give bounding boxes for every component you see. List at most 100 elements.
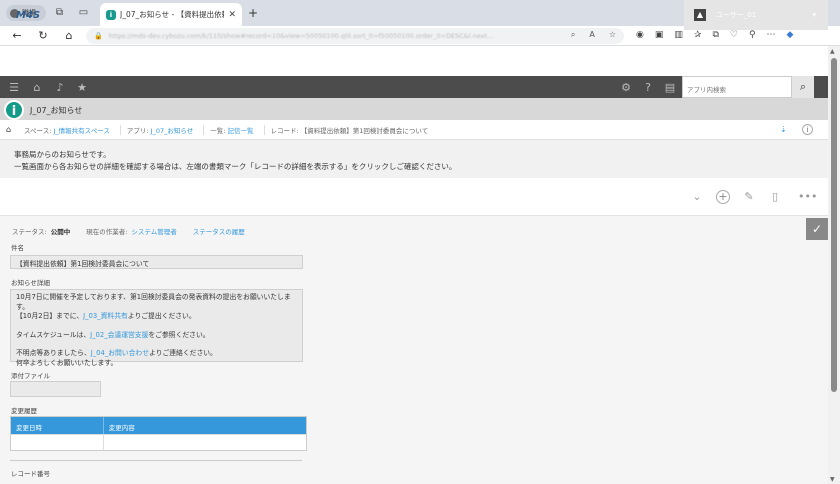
- zoom-icon[interactable]: ⌕: [571, 30, 575, 40]
- breadcrumb-record: レコード: 【資料提出依頼】第1回検討委員会について: [265, 125, 439, 135]
- attachment-value: [10, 381, 101, 397]
- section-divider: [10, 460, 302, 461]
- status-value: 公開中: [50, 228, 71, 236]
- user-name: ユーザー_01: [716, 11, 757, 19]
- code-icon[interactable]: ▤: [664, 81, 676, 94]
- info-icon[interactable]: i: [802, 124, 813, 135]
- new-tab-icon[interactable]: +: [248, 6, 258, 20]
- help-icon[interactable]: ?: [642, 81, 654, 94]
- downloads-icon[interactable]: ♡: [730, 30, 738, 40]
- read-aloud-icon[interactable]: A: [589, 30, 594, 40]
- favorites-star-icon[interactable]: ★: [76, 81, 88, 94]
- chevron-down-icon[interactable]: ⌄: [690, 190, 704, 203]
- tab-actions-icon[interactable]: ▭: [78, 7, 89, 18]
- pin-icon[interactable]: ⇣: [780, 125, 787, 134]
- breadcrumb-list-link[interactable]: 記信一覧: [228, 127, 254, 135]
- app-search-input[interactable]: [682, 76, 792, 98]
- attachment-label: 添付ファイル: [11, 372, 50, 380]
- record-number-label: レコード番号: [11, 470, 50, 478]
- more-menu-icon[interactable]: ⋯: [767, 30, 776, 40]
- link-otoiawase[interactable]: J_04_お問い合わせ: [91, 349, 149, 357]
- notification-bell-icon[interactable]: ♪: [54, 81, 66, 94]
- app-info-icon[interactable]: i: [4, 100, 24, 120]
- add-record-icon[interactable]: +: [716, 190, 730, 204]
- assignee-link[interactable]: システム管理者: [131, 226, 176, 236]
- split-screen-icon[interactable]: ▥: [674, 30, 683, 40]
- favorite-star-icon[interactable]: ☆: [609, 30, 616, 40]
- settings-gear-icon[interactable]: ⚙: [620, 81, 632, 94]
- process-check-icon[interactable]: ✓: [806, 218, 828, 240]
- extensions-icon[interactable]: ⚲: [749, 30, 756, 40]
- collections-icon[interactable]: ⧉: [712, 30, 718, 40]
- detail-line-2-tail: よりご提出ください。: [127, 312, 196, 320]
- reload-icon[interactable]: ↻: [36, 29, 50, 42]
- table-cell: [11, 435, 104, 450]
- breadcrumb-home-icon[interactable]: ⌂: [6, 125, 18, 134]
- detail-line-4: 不明点等ありましたら、J_04_お問い合わせよりご連絡ください。: [16, 349, 297, 359]
- breadcrumb-space-link[interactable]: J_情報共有スペース: [54, 127, 110, 135]
- detail-line-4-text: 不明点等ありましたら、: [16, 349, 91, 357]
- company-logo[interactable]: M4S: [16, 10, 40, 21]
- app-header: [0, 98, 828, 120]
- breadcrumb-app-link[interactable]: J_07_お知らせ: [151, 127, 194, 135]
- breadcrumb-app-label: アプリ:: [126, 126, 149, 135]
- history-table-header: 変更日時 変更内容: [11, 417, 306, 434]
- tab-close-icon[interactable]: ✕: [228, 10, 236, 20]
- extension-icon[interactable]: ▣: [655, 30, 664, 40]
- scroll-up-icon[interactable]: ▲: [830, 48, 835, 55]
- link-shiryo-kyoyu[interactable]: J_03_資料共有: [83, 312, 128, 320]
- portal-home-icon[interactable]: ⌂: [31, 81, 43, 94]
- url-field[interactable]: 🔒 https://mds-dev.cybozu.com/k/110/show#…: [86, 28, 624, 44]
- history-col-content: 変更内容: [108, 424, 135, 432]
- app-notice: 事務局からのお知らせです。 一覧画面から各お知らせの詳細を確認する場合は、左端の…: [0, 140, 828, 178]
- back-icon[interactable]: ←: [10, 29, 24, 42]
- lock-icon: 🔒: [94, 32, 103, 40]
- duplicate-document-icon[interactable]: ▯: [768, 190, 782, 203]
- detail-line-2: 【10月2日】までに、J_03_資料共有よりご提出ください。: [16, 312, 297, 322]
- detail-line-1: 10月7日に開催を予定しております、第1回検討委員会の発表資料の提出をお願いいた…: [16, 293, 291, 311]
- url-text: https://mds-dev.cybozu.com/k/110/show#re…: [108, 32, 494, 40]
- extension-toolbar: ◉ ▣ ▥ ✰ ⧉ ♡ ⚲ ⋯ ◆: [636, 30, 793, 40]
- history-table: 変更日時 変更内容: [10, 416, 307, 451]
- edit-pencil-icon[interactable]: ✎: [742, 190, 756, 203]
- url-action-icons: ⌕ A ☆: [571, 30, 616, 40]
- status-history-link[interactable]: ステータスの履歴: [193, 226, 245, 236]
- breadcrumb-app: アプリ: J_07_お知らせ: [121, 124, 205, 135]
- breadcrumb-list: 一覧: 記信一覧: [204, 124, 265, 135]
- favorites-icon[interactable]: ✰: [694, 30, 702, 40]
- hamburger-menu-icon[interactable]: ☰: [8, 81, 20, 94]
- notice-line-1: 事務局からのお知らせです。: [14, 150, 111, 159]
- app-name: J_07_お知らせ: [30, 106, 83, 115]
- detail-line-3-text: タイムスケジュールは、: [16, 330, 91, 339]
- assignee-label: 現在の作業者:: [86, 228, 128, 236]
- copilot-icon[interactable]: ◆: [787, 30, 794, 40]
- breadcrumb-record-value: 【資料提出依頼】第1回検討委員会について: [300, 126, 429, 135]
- user-menu[interactable]: ▲ ユーザー_01 ▾: [684, 0, 828, 30]
- table-row: [11, 434, 306, 450]
- detail-line-2-text: 【10月2日】までに、: [16, 312, 84, 320]
- browser-tab-active[interactable]: i J_07_お知らせ - 【資料提出依頼】第 ✕: [100, 3, 242, 26]
- detail-line-5: 何卒よろしくお願いいたします。: [16, 358, 118, 367]
- user-icon: ▲: [694, 9, 706, 21]
- detail-value: 10月7日に開催を予定しております、第1回検討委員会の発表資料の提出をお願いいた…: [10, 289, 303, 367]
- more-options-icon[interactable]: •••: [798, 190, 817, 203]
- detail-label: お知らせ詳細: [11, 279, 50, 287]
- link-kaigi-unei[interactable]: J_02_会議運営支援: [90, 331, 148, 339]
- breadcrumb: ⌂ スペース: J_情報共有スペース アプリ: J_07_お知らせ 一覧: 記信…: [0, 120, 828, 140]
- scroll-down-icon[interactable]: ▼: [830, 476, 835, 483]
- detail-line-3-tail: をご参照ください。: [148, 330, 210, 339]
- breadcrumb-list-label: 一覧:: [210, 126, 226, 135]
- history-col-datetime: 変更日時: [11, 417, 104, 434]
- status-row: ステータス: 公開中 現在の作業者: システム管理者 ステータスの履歴: [12, 226, 245, 236]
- extension-icon[interactable]: ◉: [636, 30, 644, 40]
- status-label: ステータス:: [12, 228, 47, 236]
- kintone-header: [0, 46, 828, 76]
- search-icon[interactable]: ⌕: [792, 76, 814, 98]
- workspaces-icon[interactable]: ⧉: [54, 7, 65, 18]
- chevron-down-icon: ▾: [812, 11, 816, 19]
- table-cell: [104, 435, 306, 450]
- scrollbar-thumb[interactable]: [831, 58, 837, 392]
- home-icon[interactable]: ⌂: [62, 29, 76, 42]
